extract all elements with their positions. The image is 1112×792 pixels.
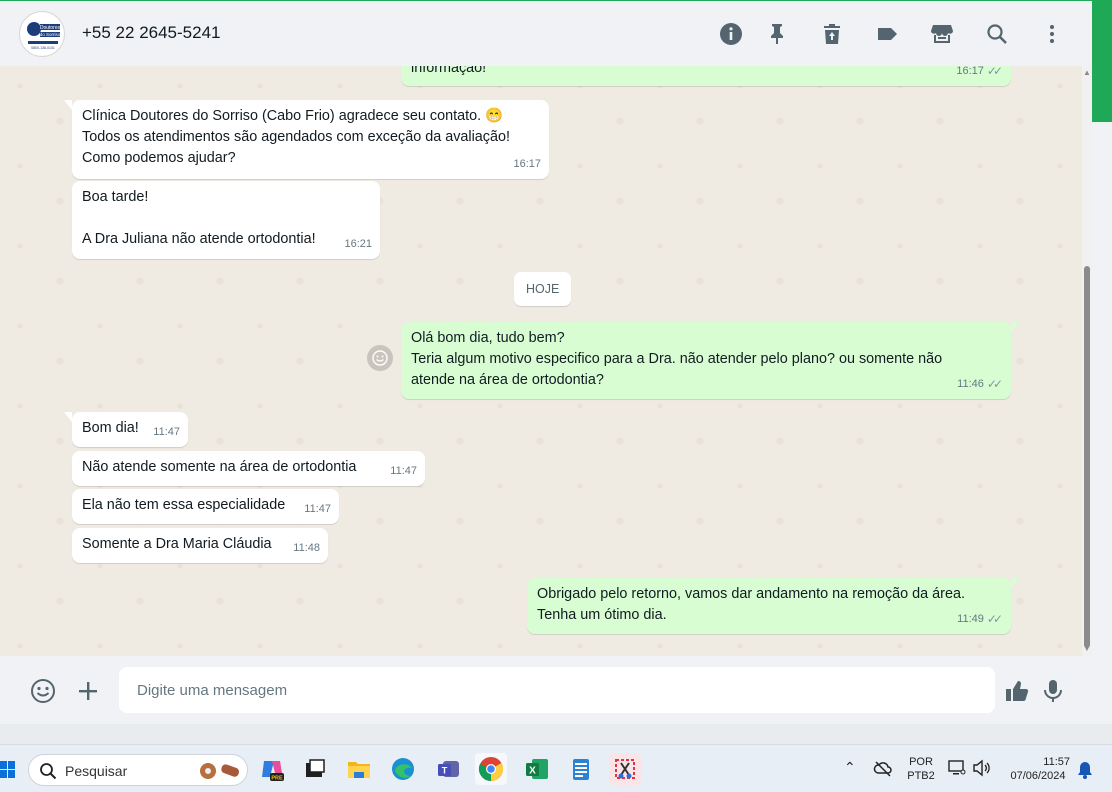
message-time: 11:47 <box>390 465 417 477</box>
microphone-icon[interactable] <box>1039 677 1067 705</box>
attach-plus-icon[interactable] <box>74 677 102 705</box>
contact-name[interactable]: +55 22 2645-5241 <box>82 23 221 43</box>
chat-header: Doutores do Sorriso 0800-136-0101 +55 22… <box>0 0 1092 66</box>
message-time: 11:47 <box>153 426 180 438</box>
reaction-emoji-icon[interactable] <box>367 345 393 371</box>
bubble-tail <box>1011 578 1019 588</box>
message-time: 16:17 ✓✓ <box>956 66 1003 82</box>
message-time: 11:47 <box>304 503 331 515</box>
file-explorer-icon[interactable] <box>343 753 375 785</box>
message-text: Olá bom dia, tudo bem? Teria algum motiv… <box>411 330 943 388</box>
svg-text:0800-136-0101: 0800-136-0101 <box>31 46 55 50</box>
message-text: Clínica Doutores do Sorriso (Cabo Frio) … <box>82 108 511 166</box>
task-view-icon[interactable] <box>299 753 331 785</box>
message-incoming[interactable]: Não atende somente na área de ortodontia… <box>72 451 425 486</box>
delete-icon[interactable] <box>819 21 845 47</box>
clock-date: 07/06/2024 <box>1010 770 1066 782</box>
message-outgoing[interactable]: Olá bom dia, tudo bem? Teria algum motiv… <box>401 322 1019 399</box>
volume-icon[interactable] <box>972 759 992 782</box>
message-text: Somente a Dra Maria Cláudia <box>82 536 272 552</box>
notepad-icon[interactable] <box>565 753 597 785</box>
message-text: Não atende somente na área de ortodontia <box>82 459 357 475</box>
emoji-icon[interactable] <box>29 677 57 705</box>
windows-start-icon[interactable] <box>0 760 16 780</box>
svg-text:T: T <box>442 766 448 776</box>
windows-taskbar: Pesquisar PRE T X ⌃ POR PTB2 11:57 07/06… <box>0 744 1112 792</box>
search-icon[interactable] <box>984 21 1010 47</box>
scroll-thumb[interactable] <box>1084 266 1090 648</box>
message-time: 11:46 ✓✓ <box>957 374 1003 395</box>
search-placeholder: Pesquisar <box>65 763 128 779</box>
message-time: 11:48 <box>293 542 320 554</box>
copilot-icon[interactable]: PRE <box>256 753 288 785</box>
info-icon[interactable] <box>718 21 744 47</box>
message-incoming[interactable]: Boa tarde! A Dra Juliana não atende orto… <box>72 181 380 259</box>
message-time: 11:49 ✓✓ <box>957 609 1003 630</box>
message-composer <box>0 656 1092 724</box>
svg-text:X: X <box>529 766 536 777</box>
message-text: Obrigado pelo retorno, vamos dar andamen… <box>537 586 965 623</box>
chat-area: informação! 16:17 ✓✓ Clínica Doutores do … <box>0 66 1092 656</box>
chrome-icon[interactable] <box>475 753 507 785</box>
message-text: Ela não tem essa especialidade <box>82 497 286 513</box>
search-icon <box>40 763 57 780</box>
message-outgoing-partial[interactable]: informação! 16:17 ✓✓ <box>401 66 1011 86</box>
message-text: Boa tarde! A Dra Juliana não atende orto… <box>82 189 316 247</box>
network-off-icon[interactable] <box>873 759 893 784</box>
thumbs-up-icon[interactable] <box>1003 677 1031 705</box>
message-input[interactable] <box>119 667 995 713</box>
label-icon[interactable] <box>874 21 900 47</box>
clinic-logo-icon: Doutores do Sorriso 0800-136-0101 <box>27 22 61 50</box>
date-separator: HOJE <box>514 272 572 306</box>
bubble-tail <box>64 100 72 110</box>
search-highlight-icon <box>200 763 240 779</box>
edge-browser-icon[interactable] <box>387 753 419 785</box>
background-window-strip <box>1092 0 1112 122</box>
message-time: 16:21 <box>344 238 372 250</box>
message-incoming[interactable]: Somente a Dra Maria Cláudia 11:48 <box>72 528 328 563</box>
snipping-tool-icon[interactable] <box>609 753 641 785</box>
message-outgoing[interactable]: Obrigado pelo retorno, vamos dar andamen… <box>527 578 1019 634</box>
bubble-tail <box>1011 322 1019 332</box>
message-incoming[interactable]: Clínica Doutores do Sorriso (Cabo Frio) … <box>64 100 549 179</box>
read-ticks-icon: ✓✓ <box>986 66 1003 78</box>
svg-text:Doutores: Doutores <box>40 25 61 31</box>
read-ticks-icon: ✓✓ <box>986 377 1003 391</box>
language-code: POR <box>909 756 933 768</box>
bubble-tail <box>64 412 72 422</box>
scroll-down-arrow-icon[interactable]: ▼ <box>1083 644 1091 653</box>
store-icon[interactable] <box>929 21 955 47</box>
excel-icon[interactable]: X <box>521 753 553 785</box>
read-ticks-icon: ✓✓ <box>986 612 1003 626</box>
clock-time: 11:57 <box>1043 756 1070 768</box>
svg-text:PRE: PRE <box>271 776 283 782</box>
taskbar-search[interactable]: Pesquisar <box>28 754 248 786</box>
menu-icon[interactable] <box>1039 21 1065 47</box>
message-incoming[interactable]: Ela não tem essa especialidade 11:47 <box>72 489 339 524</box>
tray-chevron-up-icon[interactable]: ⌃ <box>844 759 856 776</box>
notification-bell-icon[interactable] <box>1077 761 1093 784</box>
message-text: informação! <box>411 66 487 76</box>
message-incoming[interactable]: Bom dia! 11:47 <box>64 412 188 447</box>
taskbar-clock[interactable]: 11:57 07/06/2024 <box>1002 755 1074 783</box>
keyboard-layout: PTB2 <box>907 770 935 782</box>
svg-text:do Sorriso: do Sorriso <box>40 32 61 37</box>
contact-avatar[interactable]: Doutores do Sorriso 0800-136-0101 <box>19 11 65 57</box>
scroll-up-arrow-icon[interactable]: ▲ <box>1083 68 1091 77</box>
teams-icon[interactable]: T <box>433 753 465 785</box>
chat-scrollbar[interactable]: ▲ ▼ <box>1082 66 1092 656</box>
window-bottom-gap <box>0 724 1112 744</box>
display-icon[interactable] <box>948 759 966 782</box>
background-window-lower <box>1092 122 1112 744</box>
language-indicator[interactable]: POR PTB2 <box>904 755 938 783</box>
pin-icon[interactable] <box>764 21 790 47</box>
message-time: 16:17 <box>513 158 541 170</box>
